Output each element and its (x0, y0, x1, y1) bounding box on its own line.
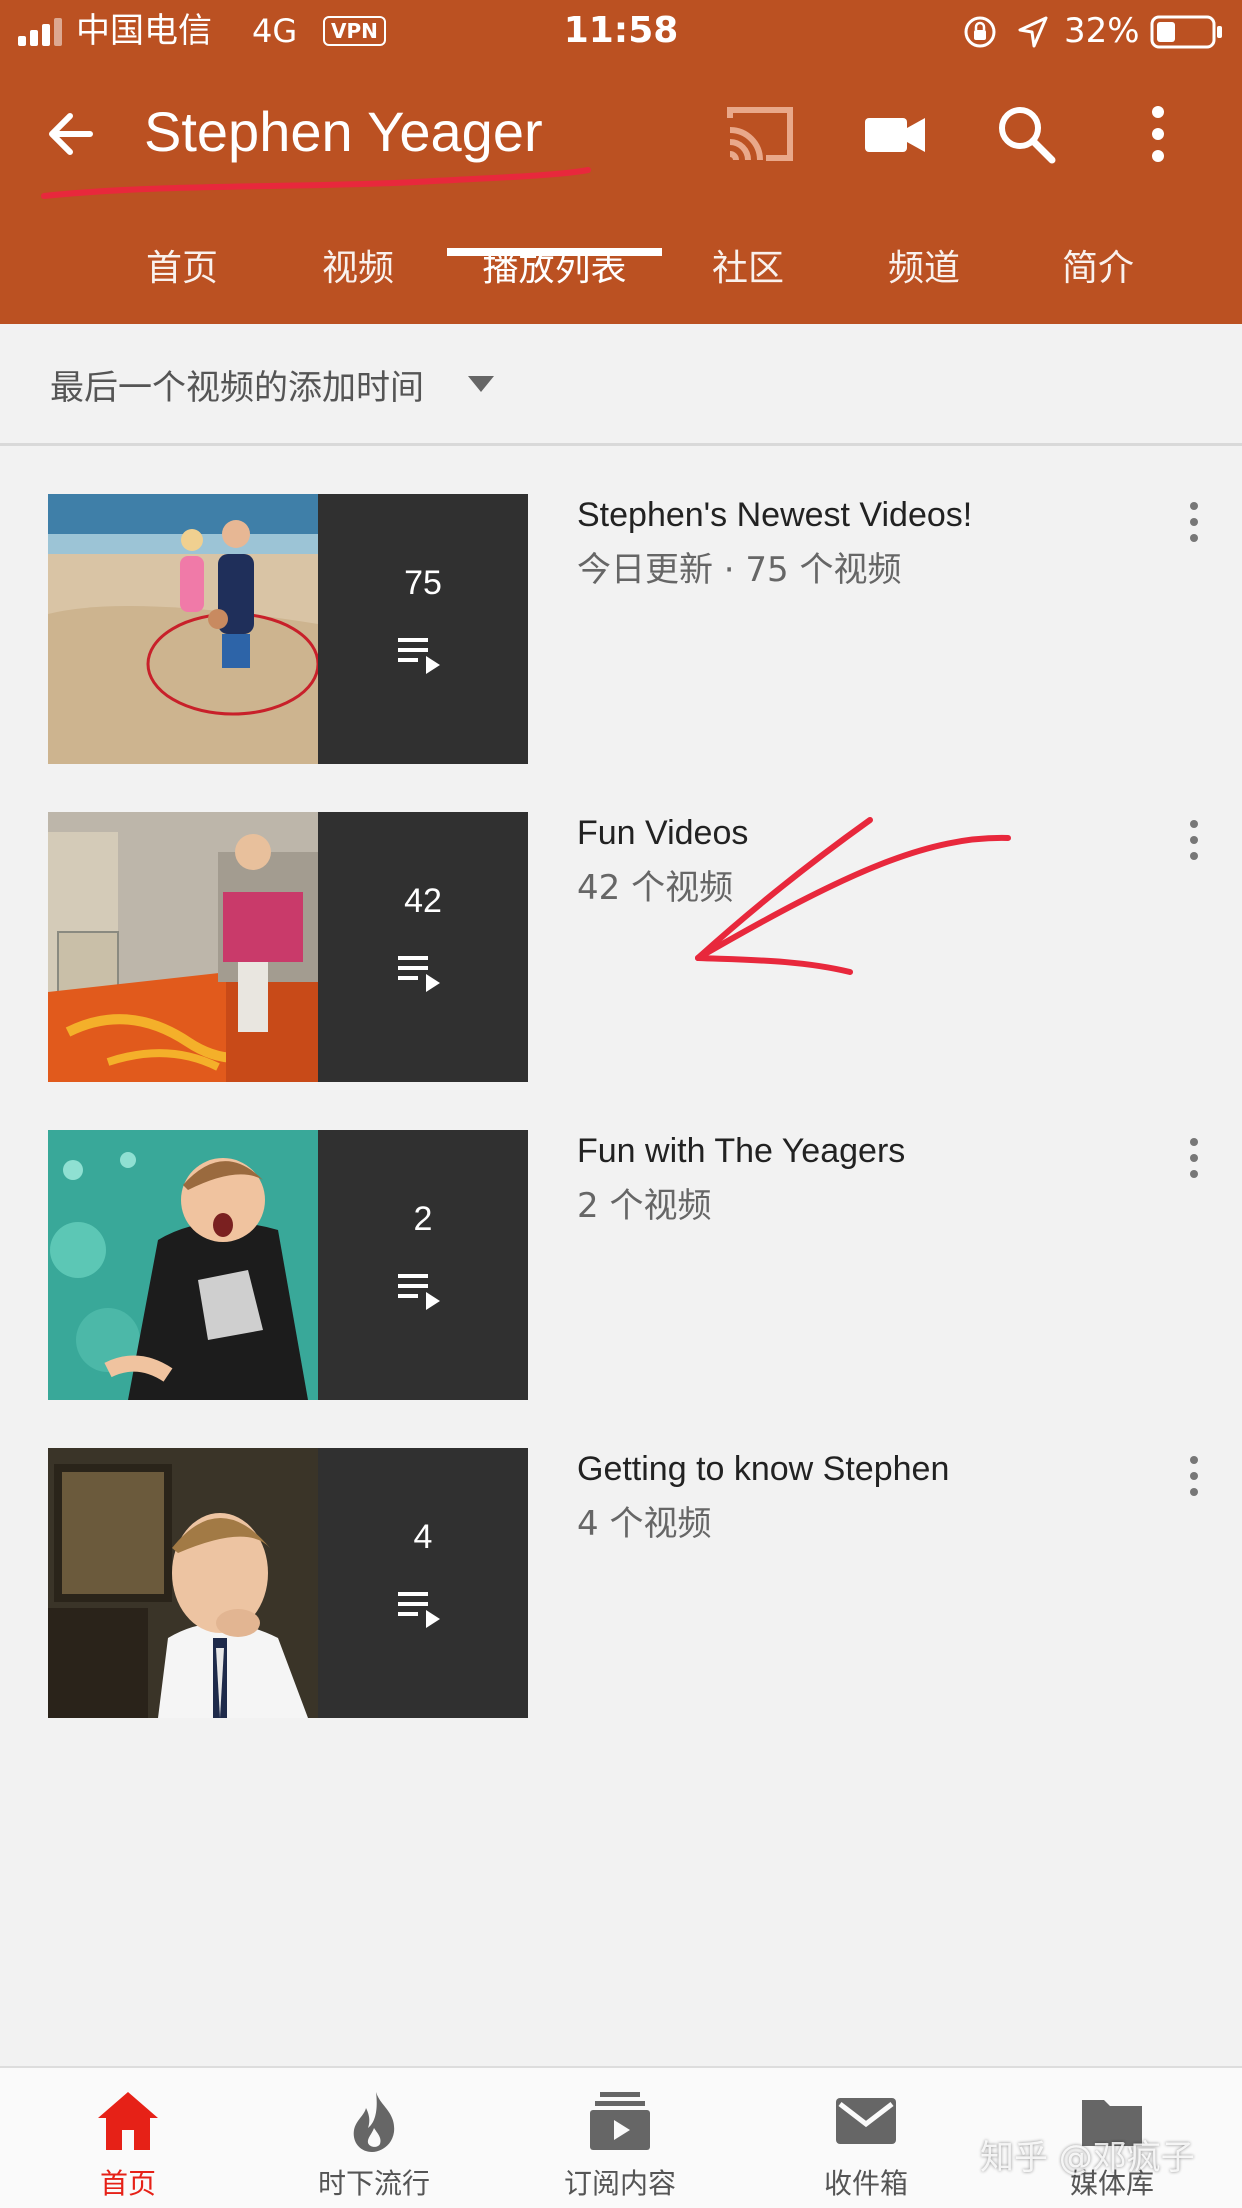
more-vert-icon[interactable] (1180, 816, 1208, 864)
nav-home[interactable]: 首页 (28, 2068, 228, 2208)
teal-balloon-thumbnail-image (48, 1130, 318, 1400)
more-vert-icon[interactable] (1180, 498, 1208, 546)
playlist-item[interactable]: 4 Getting to know Stephen 4 个视频 (0, 1448, 1242, 1720)
channel-app-bar: Stephen Yeager 首页 视频 播放列表 社区 频道 简介 (0, 64, 1242, 324)
playlist-title[interactable]: Stephen's Newest Videos! (577, 496, 972, 535)
red-arrow-annotation (695, 817, 1011, 975)
inbox-mail-icon (836, 2098, 896, 2144)
search-icon[interactable] (988, 96, 1064, 172)
playlist-count-overlay: 75 (318, 494, 528, 764)
beach-thumbnail-image (48, 494, 318, 764)
channel-title: Stephen Yeager (144, 100, 543, 163)
nav-trending[interactable]: 时下流行 (274, 2068, 474, 2208)
dropdown-caret-icon (468, 376, 494, 392)
nav-label: 时下流行 (317, 2167, 430, 2200)
tab-community[interactable]: 社区 (658, 234, 838, 324)
nav-label: 收件箱 (823, 2167, 908, 2200)
playlist-item[interactable]: 2 Fun with The Yeagers 2 个视频 (0, 1130, 1242, 1402)
playlist-play-icon (398, 1592, 440, 1628)
nav-label: 首页 (99, 2167, 156, 2200)
youtube-channel-screen: 中国电信 4G VPN 11:58 32% Stephen Yeager 首页 … (0, 0, 1242, 2208)
playlist-video-count: 75 (404, 564, 442, 602)
more-vert-icon[interactable] (1180, 1134, 1208, 1182)
tab-home[interactable]: 首页 (92, 234, 272, 324)
playlist-thumbnail[interactable]: 4 (48, 1448, 528, 1718)
playlist-meta: 今日更新 · 75 个视频 (577, 550, 902, 590)
playlist-thumbnail[interactable]: 2 (48, 1130, 528, 1400)
trending-flame-icon (353, 2092, 395, 2152)
playlist-video-count: 42 (404, 882, 442, 920)
sort-selector[interactable]: 最后一个视频的添加时间 (0, 324, 1242, 446)
lava-room-thumbnail-image (48, 812, 318, 1082)
nav-label: 订阅内容 (563, 2167, 676, 2200)
battery-percent: 32% (1064, 11, 1140, 51)
tab-channels[interactable]: 频道 (834, 234, 1014, 324)
playlist-count-overlay: 2 (318, 1130, 528, 1400)
location-arrow-icon (1018, 16, 1048, 48)
playlist-count-overlay: 4 (318, 1448, 528, 1718)
sort-label: 最后一个视频的添加时间 (50, 368, 424, 408)
playlist-play-icon (398, 1274, 440, 1310)
subscriptions-icon (590, 2092, 650, 2150)
playlist-meta: 4 个视频 (577, 1504, 712, 1544)
battery-icon (1150, 15, 1222, 49)
playlist-title[interactable]: Getting to know Stephen (577, 1450, 949, 1489)
red-underline-annotation (41, 167, 591, 199)
status-bar: 中国电信 4G VPN 11:58 32% (0, 0, 1242, 64)
tab-about[interactable]: 简介 (1008, 234, 1188, 324)
playlist-item[interactable]: 75 Stephen's Newest Videos! 今日更新 · 75 个视… (0, 494, 1242, 766)
video-camera-icon[interactable] (857, 96, 933, 172)
more-vert-icon[interactable] (1120, 96, 1196, 172)
nav-subscriptions[interactable]: 订阅内容 (520, 2068, 720, 2208)
home-icon (98, 2092, 158, 2150)
playlist-play-icon (398, 638, 440, 674)
nav-inbox[interactable]: 收件箱 (766, 2068, 966, 2208)
playlist-item[interactable]: 42 Fun Videos 42 个视频 (0, 812, 1242, 1084)
playlist-count-overlay: 42 (318, 812, 528, 1082)
rotation-lock-icon (964, 16, 996, 48)
playlist-title[interactable]: Fun with The Yeagers (577, 1132, 905, 1171)
clock: 11:58 (563, 10, 679, 51)
playlist-video-count: 4 (413, 1518, 433, 1556)
more-vert-icon[interactable] (1180, 1452, 1208, 1500)
back-arrow-icon[interactable] (36, 98, 108, 170)
active-tab-indicator (447, 248, 662, 256)
playlist-thumbnail[interactable]: 75 (48, 494, 528, 764)
playlist-video-count: 2 (413, 1200, 433, 1238)
playlist-play-icon (398, 956, 440, 992)
tab-videos[interactable]: 视频 (268, 234, 448, 324)
playlist-thumbnail[interactable]: 42 (48, 812, 528, 1082)
portrait-thumbnail-image (48, 1448, 318, 1718)
playlist-meta: 2 个视频 (577, 1186, 712, 1226)
watermark-text: 知乎 @邓疯子 (980, 2138, 1195, 2178)
cast-icon[interactable] (722, 96, 798, 172)
